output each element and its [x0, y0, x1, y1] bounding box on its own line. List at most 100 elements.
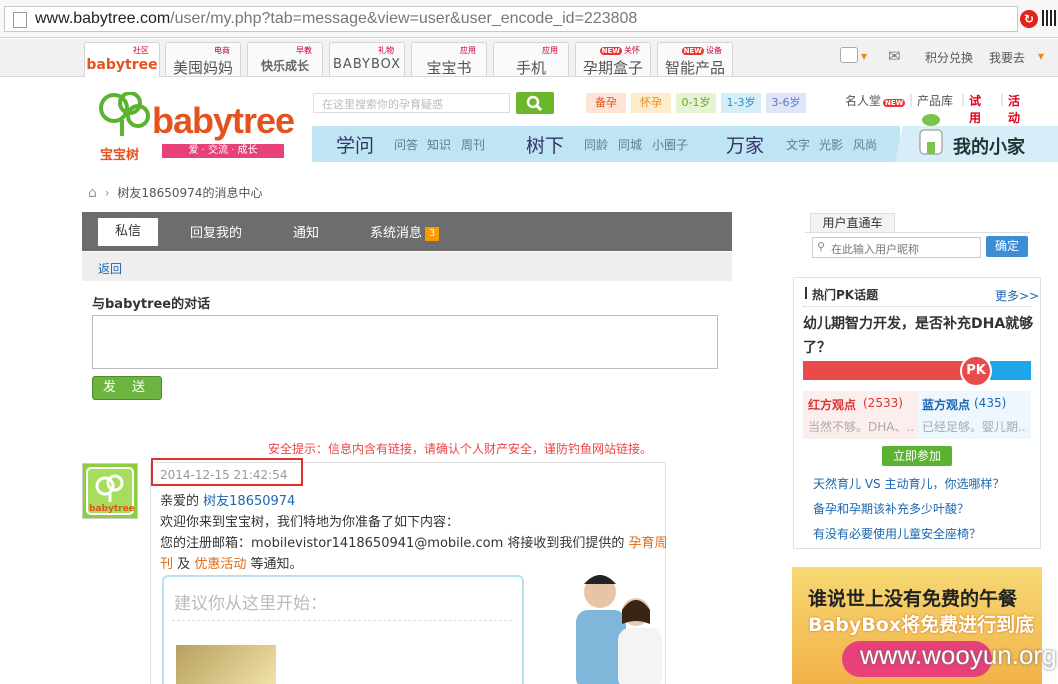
nav-weekly[interactable]: 周刊 [461, 136, 485, 153]
divider: | [961, 92, 966, 106]
tab-system-message[interactable]: 系统消息 3 [370, 222, 440, 241]
avatar[interactable]: babytree [82, 463, 138, 519]
home-icon[interactable]: ⌂ [88, 185, 97, 201]
email-text: 您的注册邮箱：mobilevistor1418650941@mobile.com… [160, 536, 625, 551]
pk-badge: PK [960, 355, 992, 387]
nav-text[interactable]: 文字 [786, 136, 810, 153]
tab-tag: 礼物 [378, 46, 394, 55]
nav-knowledge[interactable]: 知识 [427, 136, 451, 153]
title-marker [805, 287, 807, 299]
join-button[interactable]: 立即参加 [882, 446, 952, 466]
avatar-text: babytree [89, 504, 135, 514]
go-menu[interactable]: 我要去 [989, 49, 1025, 66]
weekly-link[interactable]: 孕育周 [629, 536, 668, 551]
extension-icon[interactable]: ↻ [1020, 10, 1038, 28]
tab-label: 宝宝书 [426, 59, 472, 77]
site-tab-early-edu[interactable]: 早教 快乐成长 [247, 42, 323, 76]
famous-label: 名人堂 [845, 94, 882, 108]
dropdown-arrow-icon[interactable]: ▾ [861, 49, 867, 63]
promo-link[interactable]: 优惠活动 [194, 557, 246, 572]
stage-0-1[interactable]: 0-1岁 [676, 93, 716, 113]
search-placeholder: 在这里搜索你的孕育疑惑 [322, 98, 443, 111]
tab-tag: 应用 [542, 46, 558, 55]
stage-1-3[interactable]: 1-3岁 [721, 93, 761, 113]
avatar-icon[interactable] [840, 47, 858, 63]
famous-link[interactable]: 名人堂 NEW [845, 92, 907, 109]
site-tab-mobile[interactable]: 应用 手机 [493, 42, 569, 77]
url-text[interactable]: www.babytree.com/user/my.php?tab=message… [35, 10, 637, 28]
user-link[interactable]: 树友18650974 [203, 494, 295, 509]
url-box[interactable]: www.babytree.com/user/my.php?tab=message… [4, 6, 1018, 32]
chevron-down-icon[interactable]: ▾ [1038, 49, 1044, 63]
site-tab-meitun[interactable]: 电商 美囤妈妈 [165, 42, 241, 77]
nav-same-city[interactable]: 同城 [618, 136, 642, 153]
search-input[interactable]: 在这里搜索你的孕育疑惑 [313, 93, 510, 113]
nav-circle[interactable]: 小圈子 [652, 136, 688, 153]
stage-label: 1-3岁 [726, 96, 756, 109]
activity-link[interactable]: 活动 [1008, 92, 1020, 126]
points-exchange-link[interactable]: 积分兑换 [925, 49, 973, 66]
more-link[interactable]: 更多>> [995, 287, 1039, 304]
search-button[interactable] [516, 92, 554, 114]
site-tab-baby-book[interactable]: 应用 宝宝书 [411, 42, 487, 77]
pk-red-side[interactable]: 红方观点 (2533) 当然不够。DHA、... [803, 391, 918, 439]
stage-3-6[interactable]: 3-6岁 [766, 93, 806, 113]
new-badge: NEW [599, 47, 622, 55]
red-label: 红方观点 [808, 398, 857, 412]
tab-tag-text: 设备 [706, 46, 722, 55]
pk-blue-side[interactable]: 蓝方观点 (435) 已经足够。婴儿期... [918, 391, 1031, 439]
site-tab-babytree[interactable]: 社区 babytree [84, 42, 160, 77]
pk-blue-bar [990, 361, 1031, 380]
browser-address-bar: www.babytree.com/user/my.php?tab=message… [0, 0, 1058, 38]
my-home-link[interactable]: 我的小家 [953, 133, 1025, 159]
qr-code-icon[interactable] [1042, 10, 1056, 26]
stage-prep[interactable]: 备孕 [586, 93, 626, 113]
pk-red-bar [803, 361, 968, 380]
divider [172, 620, 512, 621]
site-tab-smart-products[interactable]: NEW 设备 智能产品 [657, 42, 733, 77]
products-link[interactable]: 产品库 [917, 92, 953, 109]
count-badge: 3 [425, 226, 440, 241]
tab-label: BABYBOX [333, 57, 401, 72]
tab-replies[interactable]: 回复我的 [190, 222, 242, 241]
little-house-icon [915, 112, 947, 158]
stage-pregnant[interactable]: 怀孕 [631, 93, 671, 113]
nav-photo[interactable]: 光影 [819, 136, 843, 153]
nav-study[interactable]: 学问 [336, 131, 374, 158]
message-textarea[interactable] [92, 315, 718, 369]
send-button[interactable]: 发 送 [92, 376, 162, 400]
trial-link[interactable]: 试用 [969, 92, 981, 126]
safety-tip: 安全提示：信息内含有链接，请确认个人财产安全，谨防钓鱼网站链接。 [268, 442, 653, 456]
pk-link[interactable]: 备孕和孕期该补充多少叶酸？ [813, 500, 969, 517]
mail-icon[interactable]: ✉ [888, 47, 901, 65]
confirm-button[interactable]: 确定 [986, 236, 1028, 257]
blue-text: 已经足够。婴儿期... [922, 420, 1027, 434]
stage-label: 备孕 [595, 96, 617, 109]
nav-same-age[interactable]: 同龄 [584, 136, 608, 153]
site-tab-babybox[interactable]: 礼物 BABYBOX [329, 42, 405, 76]
pk-link[interactable]: 天然育儿 VS 主动育儿，你选哪样？ [813, 475, 1004, 492]
site-logo[interactable]: babytree 宝宝树 爱 · 交流 · 成长 [96, 91, 296, 163]
nav-fashion[interactable]: 风尚 [853, 136, 877, 153]
stage-label: 怀孕 [640, 96, 662, 109]
nav-tree[interactable]: 树下 [526, 131, 564, 158]
tab-private-message[interactable]: 私信 [98, 218, 158, 246]
back-link[interactable]: 返回 [98, 260, 122, 277]
nav-qa[interactable]: 问答 [394, 136, 418, 153]
ad-line-1: 谁说世上没有免费的午餐 [808, 588, 1018, 610]
nickname-input[interactable]: ⚲ 在此输入用户昵称 [812, 237, 981, 258]
site-tab-pregnancy-box[interactable]: NEW 关怀 孕期盒子 [575, 42, 651, 77]
blue-count: (435) [974, 396, 1007, 410]
pk-link[interactable]: 有没有必要使用儿童安全座椅？ [813, 525, 981, 542]
divider [803, 306, 1031, 307]
breadcrumb: ⌂ › 树友18650974的消息中心 [88, 184, 262, 201]
weekly-link-cont[interactable]: 刊 [160, 557, 173, 572]
suffix-text: 等通知。 [250, 557, 303, 572]
nav-home[interactable]: 万家 [726, 131, 764, 158]
tab-notices[interactable]: 通知 [293, 222, 319, 241]
pk-question[interactable]: 幼儿期智力开发，是否补充DHA就够了？ [803, 312, 1038, 360]
logo-cn: 宝宝树 [100, 148, 140, 163]
couple-image [540, 570, 680, 684]
greeting-prefix: 亲爱的 [160, 494, 200, 509]
suggest-image[interactable] [176, 645, 276, 684]
